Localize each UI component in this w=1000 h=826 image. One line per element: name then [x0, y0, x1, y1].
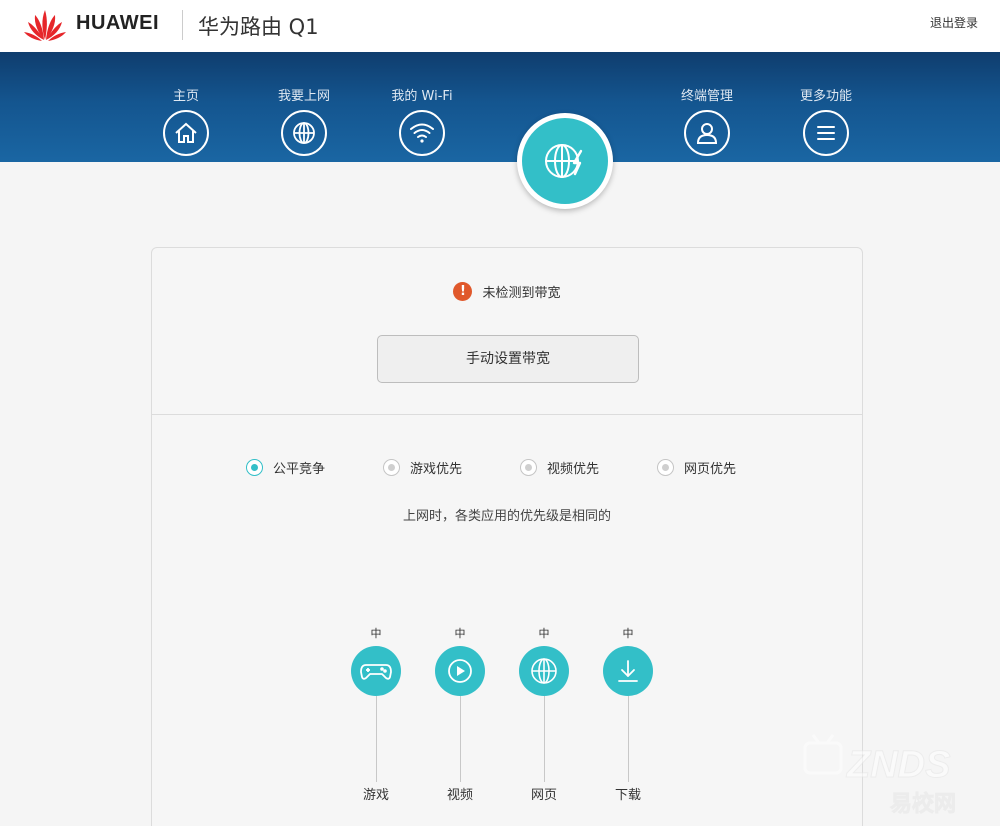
mode-description: 上网时，各类应用的优先级是相同的: [402, 509, 611, 524]
huawei-logo-icon: [24, 10, 66, 41]
bandwidth-status: ! 未检测到带宽: [152, 282, 862, 301]
priority-level: 中: [370, 627, 382, 640]
znds-watermark: ZNDS 易校网: [803, 734, 956, 817]
priority-line: [627, 696, 629, 782]
globe-icon[interactable]: [281, 110, 327, 156]
priority-web: 中 网页: [514, 627, 574, 803]
panel-divider: [152, 414, 862, 415]
nav-item-devices[interactable]: 终端管理: [657, 88, 757, 156]
main-nav: 主页 我要上网 我的 Wi-Fi 终端管理 更多功能: [0, 52, 1000, 162]
wifi-icon[interactable]: [399, 110, 445, 156]
priority-level: 中: [538, 627, 550, 640]
radio-unchecked-icon[interactable]: [383, 458, 400, 476]
warning-icon: !: [453, 282, 473, 301]
radio-label: 游戏优先: [410, 461, 463, 477]
nav-label: 更多功能: [799, 89, 852, 104]
menu-icon[interactable]: [803, 110, 849, 156]
nav-label: 我的 Wi-Fi: [391, 89, 453, 104]
play-icon[interactable]: [435, 646, 485, 696]
product-name: 华为路由 Q1: [198, 15, 319, 39]
priority-level: 中: [454, 627, 466, 640]
nav-item-internet[interactable]: 我要上网: [254, 88, 354, 156]
radio-label: 公平竞争: [273, 461, 326, 477]
priority-line: [375, 696, 377, 782]
home-icon[interactable]: [163, 110, 209, 156]
mode-game-radio[interactable]: 游戏优先: [383, 457, 462, 477]
nav-item-bandwidth-label[interactable]: 智能带宽: [465, 20, 565, 46]
priority-game: 中 游戏: [346, 627, 406, 803]
svg-text:ZNDS: ZNDS: [846, 744, 950, 786]
status-text: 未检测到带宽: [482, 286, 561, 301]
priority-label: 游戏: [362, 788, 389, 803]
priority-label: 网页: [530, 788, 557, 803]
manual-bandwidth-button[interactable]: 手动设置带宽: [377, 335, 639, 383]
bandwidth-panel: ! 未检测到带宽 手动设置带宽 公平竞争 游戏优先 视频优先 网页优先 上网时，各…: [151, 247, 863, 826]
radio-checked-icon[interactable]: [246, 458, 263, 476]
download-icon[interactable]: [603, 646, 653, 696]
priority-download: 中 下载: [598, 627, 658, 803]
radio-label: 视频优先: [547, 461, 600, 477]
globe-bolt-icon[interactable]: [517, 113, 613, 209]
globe-icon[interactable]: [519, 646, 569, 696]
user-icon[interactable]: [684, 110, 730, 156]
nav-item-more[interactable]: 更多功能: [776, 88, 876, 156]
mode-video-radio[interactable]: 视频优先: [520, 457, 599, 477]
nav-item-wifi[interactable]: 我的 Wi-Fi: [372, 88, 472, 156]
mode-fair-radio[interactable]: 公平竞争: [246, 457, 325, 477]
svg-text:易校网: 易校网: [890, 791, 956, 817]
nav-item-home[interactable]: 主页: [136, 88, 236, 156]
priority-label: 下载: [614, 788, 641, 803]
nav-label: 我要上网: [277, 89, 330, 104]
radio-unchecked-icon[interactable]: [657, 458, 674, 476]
nav-label: 终端管理: [680, 89, 733, 104]
logout-link[interactable]: 退出登录: [930, 14, 978, 31]
radio-label: 网页优先: [684, 461, 737, 477]
gamepad-icon[interactable]: [351, 646, 401, 696]
priority-line: [459, 696, 461, 782]
priority-level: 中: [622, 627, 634, 640]
mode-web-radio[interactable]: 网页优先: [657, 457, 736, 477]
nav-label: 主页: [172, 89, 199, 104]
header-divider: [182, 10, 183, 40]
priority-label: 视频: [446, 788, 473, 803]
radio-unchecked-icon[interactable]: [520, 458, 537, 476]
priority-line: [543, 696, 545, 782]
priority-video: 中 视频: [430, 627, 490, 803]
brand-name: HUAWEI: [76, 12, 159, 34]
